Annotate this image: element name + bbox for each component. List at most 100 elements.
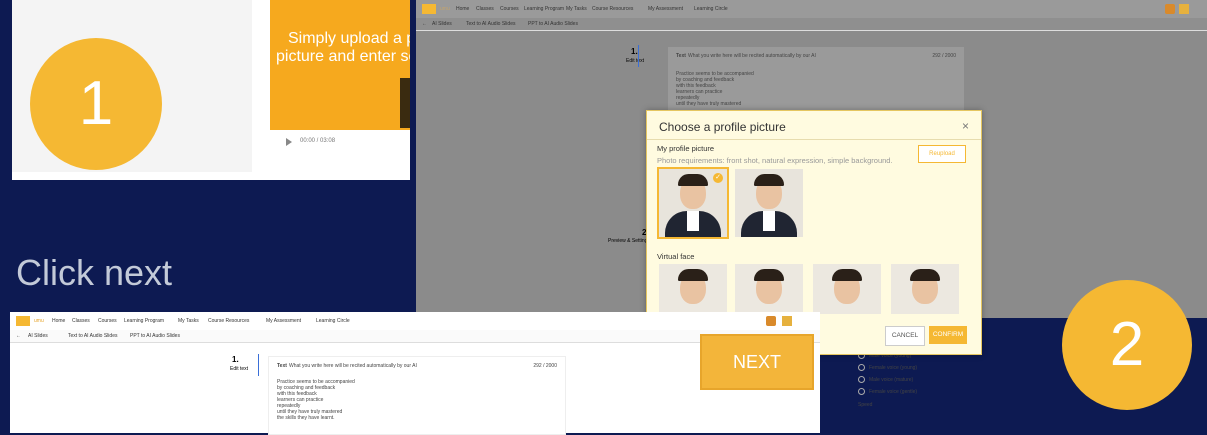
virtual-face-3[interactable] (813, 264, 881, 314)
speed-label: Speed (858, 402, 873, 408)
sub-nav: ← AI Slides Text to AI Audio Slides PPT … (10, 330, 820, 343)
umu-logo[interactable] (16, 316, 30, 326)
back-ai-slides[interactable]: AI Slides (28, 333, 48, 339)
voice-option[interactable]: Female voice (gentle) (858, 388, 958, 395)
nav-home[interactable]: Home (52, 318, 65, 324)
profile-photo-1[interactable]: ✓ (657, 167, 729, 239)
profile-photo-2[interactable] (735, 169, 803, 237)
nav-home[interactable]: Home (456, 6, 469, 12)
voice-label: Female voice (gentle) (869, 388, 918, 395)
step-1-badge: 1 (30, 38, 162, 170)
photo-hair (754, 174, 784, 186)
close-icon[interactable]: × (962, 119, 969, 133)
step-1-number: 1. (631, 47, 638, 56)
logo-text: umu (34, 318, 44, 324)
photo-shirt (763, 211, 775, 231)
modal-title: Choose a profile picture (659, 120, 786, 134)
logo-text: umu (440, 6, 450, 12)
voice-option[interactable]: Female voice (young) (858, 364, 958, 371)
tab-ppt-to-ai-audio[interactable]: PPT to AI Audio Slides (528, 21, 578, 27)
step-2-label: Preview & Settings (608, 238, 650, 244)
play-icon[interactable] (286, 138, 292, 146)
next-button[interactable]: NEXT (700, 334, 814, 390)
text-hint: What you write here will be recited auto… (688, 53, 816, 59)
photo-hair (678, 269, 708, 281)
cancel-button[interactable]: CANCEL (885, 326, 925, 346)
text-body: Practice seems to be accompanied by coac… (676, 71, 754, 107)
nav-course-resources[interactable]: Course Resources (592, 6, 633, 12)
back-ai-slides[interactable]: AI Slides (432, 21, 452, 27)
voice-label: Male voice (mature) (869, 376, 914, 383)
char-count: 292 / 2000 (533, 363, 557, 369)
umu-logo[interactable] (422, 4, 436, 14)
photo-hair (754, 269, 784, 281)
reupload-button[interactable]: Reupload (918, 145, 966, 163)
nav-classes[interactable]: Classes (476, 6, 494, 12)
nav-classes[interactable]: Classes (72, 318, 90, 324)
nav-learning-program[interactable]: Learning Program (524, 6, 564, 12)
video-time: 00:00 / 03:08 (300, 138, 336, 144)
text-body: Practice seems to be accompanied by coac… (277, 379, 355, 421)
nav-courses[interactable]: Courses (500, 6, 519, 12)
screenshot-step-3: umu Home Classes Courses Learning Progra… (10, 312, 820, 435)
photo-shirt (687, 211, 699, 231)
photo-hair (910, 269, 940, 281)
avatar[interactable] (1179, 4, 1189, 14)
top-nav: umu Home Classes Courses Learning Progra… (416, 0, 1207, 18)
instruction-text: Click next (16, 252, 173, 293)
tab-text-to-ai-audio[interactable]: Text to AI Audio Slides (68, 333, 117, 339)
text-hint: What you write here will be recited auto… (289, 363, 417, 369)
nav-my-tasks[interactable]: My Tasks (178, 318, 199, 324)
photo-requirements: Photo requirements: front shot, natural … (657, 156, 893, 165)
step-1-label: Edit text (626, 58, 645, 64)
text-label: Text (676, 53, 686, 59)
nav-my-assessment[interactable]: My Assessment (648, 6, 683, 12)
nav-courses[interactable]: Courses (98, 318, 117, 324)
photo-hair (678, 174, 708, 186)
step-indicator (258, 354, 259, 376)
video-caption-line-2: picture and enter som (276, 48, 410, 65)
nav-learning-program[interactable]: Learning Program (124, 318, 164, 324)
text-line: the skills they have learnt. (277, 415, 335, 421)
photo-hair (832, 269, 862, 281)
notification-bell-icon[interactable] (766, 316, 776, 326)
virtual-face-4[interactable] (891, 264, 959, 314)
tab-ppt-to-ai-audio[interactable]: PPT to AI Audio Slides (130, 333, 180, 339)
virtual-face-2[interactable] (735, 264, 803, 314)
sub-nav: ← AI Slides Text to AI Audio Slides PPT … (416, 18, 1207, 31)
video-preview[interactable]: Simply upload a pro picture and enter so… (270, 0, 410, 130)
step-1-label: Edit text (230, 366, 249, 372)
radio-icon (858, 388, 865, 395)
check-icon: ✓ (713, 173, 723, 183)
divider (647, 139, 981, 140)
nav-learning-circle[interactable]: Learning Circle (316, 318, 350, 324)
back-arrow-icon[interactable]: ← (16, 333, 21, 339)
radio-icon (858, 376, 865, 383)
tab-text-to-ai-audio[interactable]: Text to AI Audio Slides (466, 21, 515, 27)
my-profile-label: My profile picture (657, 144, 715, 153)
video-controls: 00:00 / 03:08 (270, 132, 410, 152)
radio-icon (858, 364, 865, 371)
step-1-number: 1. (232, 355, 239, 364)
virtual-face-label: Virtual face (657, 252, 695, 261)
nav-my-assessment[interactable]: My Assessment (266, 318, 301, 324)
step-indicator (638, 45, 639, 67)
voice-label: Female voice (young) (869, 364, 918, 371)
video-caption-line-1: Simply upload a pro (288, 30, 410, 47)
text-line: until they have truly mastered (676, 101, 742, 107)
top-nav: umu Home Classes Courses Learning Progra… (10, 312, 820, 330)
text-label: Text (277, 363, 287, 369)
char-count: 292 / 2000 (932, 53, 956, 59)
notification-bell-icon[interactable] (1165, 4, 1175, 14)
text-editor[interactable]: Text What you write here will be recited… (268, 356, 566, 435)
confirm-button[interactable]: CONFIRM (929, 326, 967, 344)
video-figure (400, 78, 410, 128)
nav-learning-circle[interactable]: Learning Circle (694, 6, 728, 12)
text-editor[interactable]: Text What you write here will be recited… (668, 47, 964, 117)
back-arrow-icon[interactable]: ← (422, 21, 427, 27)
virtual-face-1[interactable] (659, 264, 727, 314)
nav-course-resources[interactable]: Course Resources (208, 318, 249, 324)
voice-option[interactable]: Male voice (mature) (858, 376, 958, 383)
avatar[interactable] (782, 316, 792, 326)
nav-my-tasks[interactable]: My Tasks (566, 6, 587, 12)
